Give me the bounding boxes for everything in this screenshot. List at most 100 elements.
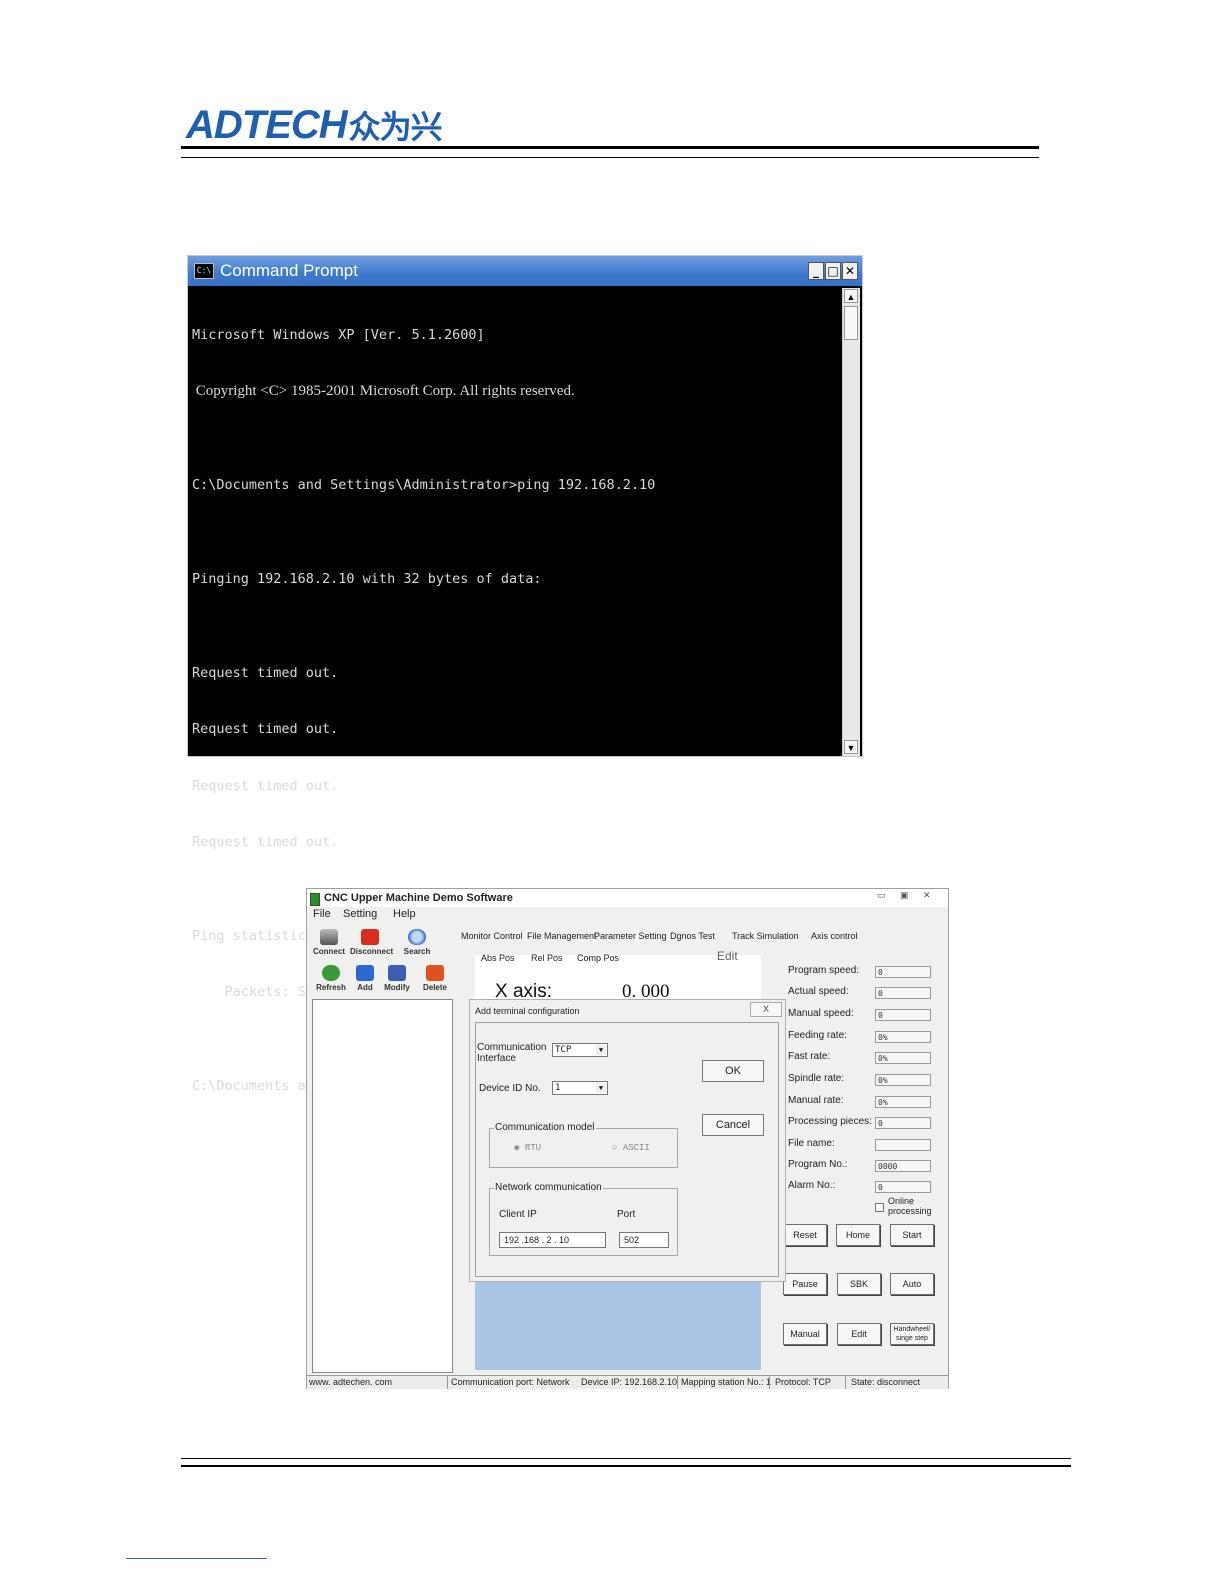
disconnect-icon bbox=[361, 929, 379, 945]
sbk-button[interactable]: SBK bbox=[837, 1273, 881, 1295]
logo-text: ADTECH bbox=[186, 103, 348, 147]
cmd-scrollbar[interactable]: ▲ ▼ bbox=[842, 288, 860, 756]
footer-link-underline[interactable] bbox=[126, 1558, 267, 1559]
status-protocol: Protocol: TCP bbox=[775, 1377, 831, 1387]
window-controls[interactable]: ▭ ▣ ✕ bbox=[877, 890, 937, 901]
cmd-icon: C:\ bbox=[194, 263, 214, 279]
minimize-icon[interactable]: _ bbox=[808, 262, 824, 280]
status-bar: www. adtechen. com Communication port: N… bbox=[307, 1375, 948, 1389]
tab-monitor-control[interactable]: Monitor Control bbox=[461, 931, 523, 941]
close-icon[interactable]: ✕ bbox=[842, 262, 858, 280]
terminal-list[interactable] bbox=[312, 999, 453, 1373]
scroll-up-icon[interactable]: ▲ bbox=[844, 289, 858, 303]
status-mapping: Mapping station No.: 1 bbox=[681, 1377, 772, 1387]
comm-interface-label: Communication Interface bbox=[477, 1042, 547, 1064]
cmd-line: Pinging 192.168.2.10 with 32 bytes of da… bbox=[192, 570, 542, 587]
client-ip-input[interactable]: 192 .168 . 2 . 10 bbox=[499, 1232, 606, 1248]
search-icon bbox=[408, 929, 426, 945]
cancel-button[interactable]: Cancel bbox=[702, 1114, 764, 1136]
port-input[interactable]: 502 bbox=[619, 1232, 669, 1248]
manual-button[interactable]: Manual bbox=[783, 1323, 827, 1345]
connect-button[interactable]: Connect bbox=[309, 929, 349, 956]
menu-bar: File Setting Help bbox=[307, 907, 948, 921]
app-title-bar[interactable]: CNC Upper Machine Demo Software ▭ ▣ ✕ bbox=[307, 889, 948, 907]
param-value bbox=[875, 1139, 931, 1151]
modify-icon bbox=[388, 965, 406, 981]
maximize-icon[interactable]: □ bbox=[825, 262, 841, 280]
menu-file[interactable]: File bbox=[313, 908, 331, 920]
param-value: 0 bbox=[875, 1181, 931, 1193]
search-label: Search bbox=[403, 947, 431, 956]
logo-cn-text: 众为兴 bbox=[348, 109, 443, 145]
tab-file-management[interactable]: File Management bbox=[527, 931, 597, 941]
cmd-line: Copyright <C> 1985-2001 Microsoft Corp. … bbox=[192, 382, 575, 399]
dialog-close-icon[interactable]: X bbox=[750, 1002, 782, 1017]
reset-button[interactable]: Reset bbox=[783, 1224, 827, 1246]
subtab-abs-pos[interactable]: Abs Pos bbox=[481, 953, 515, 963]
tab-axis-control[interactable]: Axis control bbox=[811, 931, 858, 941]
disconnect-button[interactable]: Disconnect bbox=[350, 929, 393, 956]
rtu-label: RTU bbox=[524, 1143, 542, 1153]
start-button[interactable]: Start bbox=[890, 1224, 934, 1246]
cmd-title-bar[interactable]: C:\ Command Prompt _ □ ✕ bbox=[188, 256, 862, 286]
footer-rule-thick bbox=[181, 1465, 1071, 1467]
refresh-icon bbox=[322, 965, 340, 981]
delete-button[interactable]: Delete bbox=[415, 965, 455, 992]
edit-button[interactable]: Edit bbox=[837, 1323, 881, 1345]
cmd-line: C:\Documents and Settings\Administrator>… bbox=[192, 476, 656, 493]
param-value: 0 bbox=[875, 1117, 931, 1129]
param-value: 0 bbox=[875, 1009, 931, 1021]
add-icon bbox=[356, 965, 374, 981]
auto-button[interactable]: Auto bbox=[890, 1273, 934, 1295]
connect-icon bbox=[320, 929, 338, 945]
modify-button[interactable]: Modify bbox=[377, 965, 417, 992]
delete-icon bbox=[426, 965, 444, 981]
tab-dgnos-test[interactable]: Dgnos Test bbox=[670, 931, 715, 941]
network-group: Network communication Client IP Port 192… bbox=[489, 1182, 678, 1256]
handwheel-button[interactable]: Handwheel/ singe step bbox=[890, 1323, 934, 1345]
comm-interface-value: TCP bbox=[555, 1045, 572, 1055]
cmd-line: Request timed out. bbox=[192, 664, 339, 681]
param-value: 0% bbox=[875, 1096, 931, 1108]
rtu-radio[interactable]: ◉ RTU bbox=[514, 1143, 541, 1153]
command-prompt-window: C:\ Command Prompt _ □ ✕ Microsoft Windo… bbox=[187, 255, 863, 1094]
tab-parameter-setting[interactable]: Parameter Setting bbox=[594, 931, 667, 941]
search-button[interactable]: Search bbox=[397, 929, 437, 956]
device-id-select[interactable]: 1 ▼ bbox=[552, 1081, 608, 1095]
ok-button[interactable]: OK bbox=[702, 1060, 764, 1082]
ascii-radio[interactable]: ○ ASCII bbox=[612, 1143, 650, 1153]
subtab-comp-pos[interactable]: Comp Pos bbox=[577, 953, 619, 963]
param-label: Feeding rate: bbox=[788, 1030, 847, 1041]
param-label: Program No.: bbox=[788, 1159, 848, 1170]
position-subtabs: Abs Pos Rel Pos Comp Pos bbox=[481, 953, 681, 967]
cmd-title: Command Prompt bbox=[220, 261, 358, 280]
connect-label: Connect bbox=[313, 947, 345, 956]
online-processing-checkbox[interactable] bbox=[875, 1203, 884, 1212]
scroll-down-icon[interactable]: ▼ bbox=[844, 740, 858, 754]
comm-model-group: Communication model ◉ RTU ○ ASCII bbox=[489, 1122, 678, 1168]
param-label: Manual rate: bbox=[788, 1095, 844, 1106]
param-label: Manual speed: bbox=[788, 1008, 854, 1019]
refresh-label: Refresh bbox=[316, 983, 346, 992]
cnc-app-window: CNC Upper Machine Demo Software ▭ ▣ ✕ Fi… bbox=[306, 888, 949, 1389]
device-id-value: 1 bbox=[555, 1083, 561, 1093]
subtab-rel-pos[interactable]: Rel Pos bbox=[531, 953, 563, 963]
param-label: Spindle rate: bbox=[788, 1073, 845, 1084]
pause-button[interactable]: Pause bbox=[783, 1273, 827, 1295]
menu-setting[interactable]: Setting bbox=[343, 908, 377, 920]
param-label: File name: bbox=[788, 1138, 835, 1149]
menu-help[interactable]: Help bbox=[393, 908, 416, 920]
param-label: Alarm No.: bbox=[788, 1180, 836, 1191]
cmd-line: Request timed out. bbox=[192, 834, 339, 851]
add-label: Add bbox=[357, 983, 373, 992]
scroll-thumb[interactable] bbox=[844, 306, 858, 340]
status-comm-port: Communication port: Network bbox=[451, 1377, 570, 1387]
cmd-output[interactable]: Microsoft Windows XP [Ver. 5.1.2600] Cop… bbox=[192, 288, 837, 1094]
comm-interface-select[interactable]: TCP ▼ bbox=[552, 1043, 608, 1057]
tab-track-simulation[interactable]: Track Simulation bbox=[732, 931, 799, 941]
home-button[interactable]: Home bbox=[836, 1224, 880, 1246]
modify-label: Modify bbox=[384, 983, 410, 992]
param-value: 0% bbox=[875, 1052, 931, 1064]
app-title: CNC Upper Machine Demo Software bbox=[324, 892, 513, 904]
app-icon bbox=[310, 893, 320, 906]
